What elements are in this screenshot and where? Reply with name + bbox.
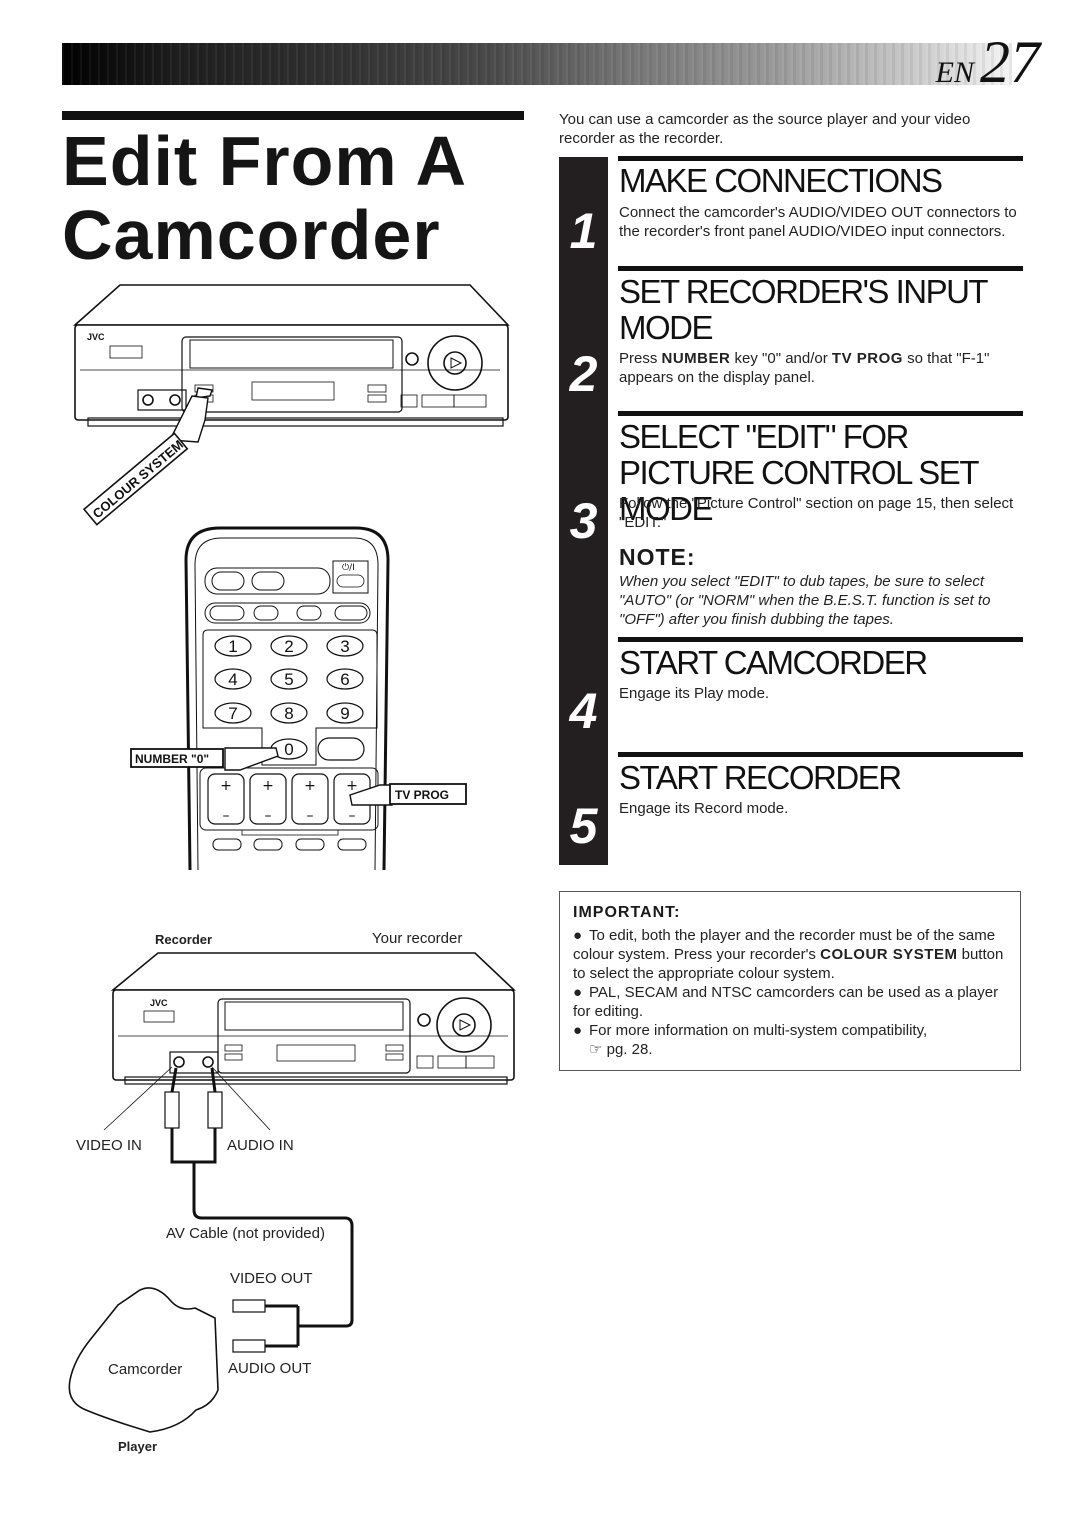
key-7: 7 bbox=[228, 704, 237, 723]
key-1: 1 bbox=[228, 637, 237, 656]
vcr-recorder-illustration bbox=[110, 952, 517, 1085]
svg-text:+: + bbox=[220, 778, 232, 794]
key-4: 4 bbox=[228, 670, 237, 689]
svg-text:+: + bbox=[304, 778, 316, 794]
key-3: 3 bbox=[340, 637, 349, 656]
vcr-brand-logo: JVC bbox=[150, 998, 168, 1008]
key-9: 9 bbox=[340, 704, 349, 723]
remote-control-illustration bbox=[184, 526, 390, 871]
key-0: 0 bbox=[284, 740, 293, 759]
vcr-top-illustration bbox=[72, 284, 510, 427]
svg-text:+: + bbox=[346, 778, 358, 794]
svg-text:COLOUR SYSTEM: COLOUR SYSTEM bbox=[90, 437, 187, 521]
player-label: Player bbox=[118, 1439, 158, 1454]
vcr-brand-logo: JVC bbox=[87, 332, 105, 342]
video-in-label: VIDEO IN bbox=[76, 1137, 142, 1154]
illustration-layer: JVC COLOUR SYSTEM ⏻/I 1 2 3 4 5 6 7 8 9 … bbox=[68, 284, 517, 1433]
video-out-label: VIDEO OUT bbox=[230, 1270, 313, 1287]
av-cable-label: AV Cable (not provided) bbox=[166, 1225, 325, 1242]
key-6: 6 bbox=[340, 670, 349, 689]
svg-text:–: – bbox=[223, 808, 230, 824]
svg-text:+: + bbox=[262, 778, 274, 794]
key-2: 2 bbox=[284, 637, 293, 656]
key-5: 5 bbox=[284, 670, 293, 689]
camcorder-outline bbox=[68, 1287, 219, 1433]
svg-text:–: – bbox=[265, 808, 272, 824]
power-icon: ⏻/I bbox=[342, 562, 355, 573]
svg-text:–: – bbox=[349, 808, 356, 824]
camcorder-label: Camcorder bbox=[108, 1361, 183, 1378]
svg-text:–: – bbox=[307, 808, 314, 824]
audio-out-label: AUDIO OUT bbox=[228, 1360, 312, 1377]
svg-text:TV PROG: TV PROG bbox=[395, 788, 449, 802]
svg-text:NUMBER "0": NUMBER "0" bbox=[135, 752, 209, 766]
colour-system-callout: COLOUR SYSTEM bbox=[82, 432, 189, 526]
audio-in-label: AUDIO IN bbox=[227, 1137, 294, 1154]
your-recorder-label: Your recorder bbox=[372, 930, 463, 947]
recorder-label: Recorder bbox=[155, 932, 213, 947]
key-8: 8 bbox=[284, 704, 293, 723]
